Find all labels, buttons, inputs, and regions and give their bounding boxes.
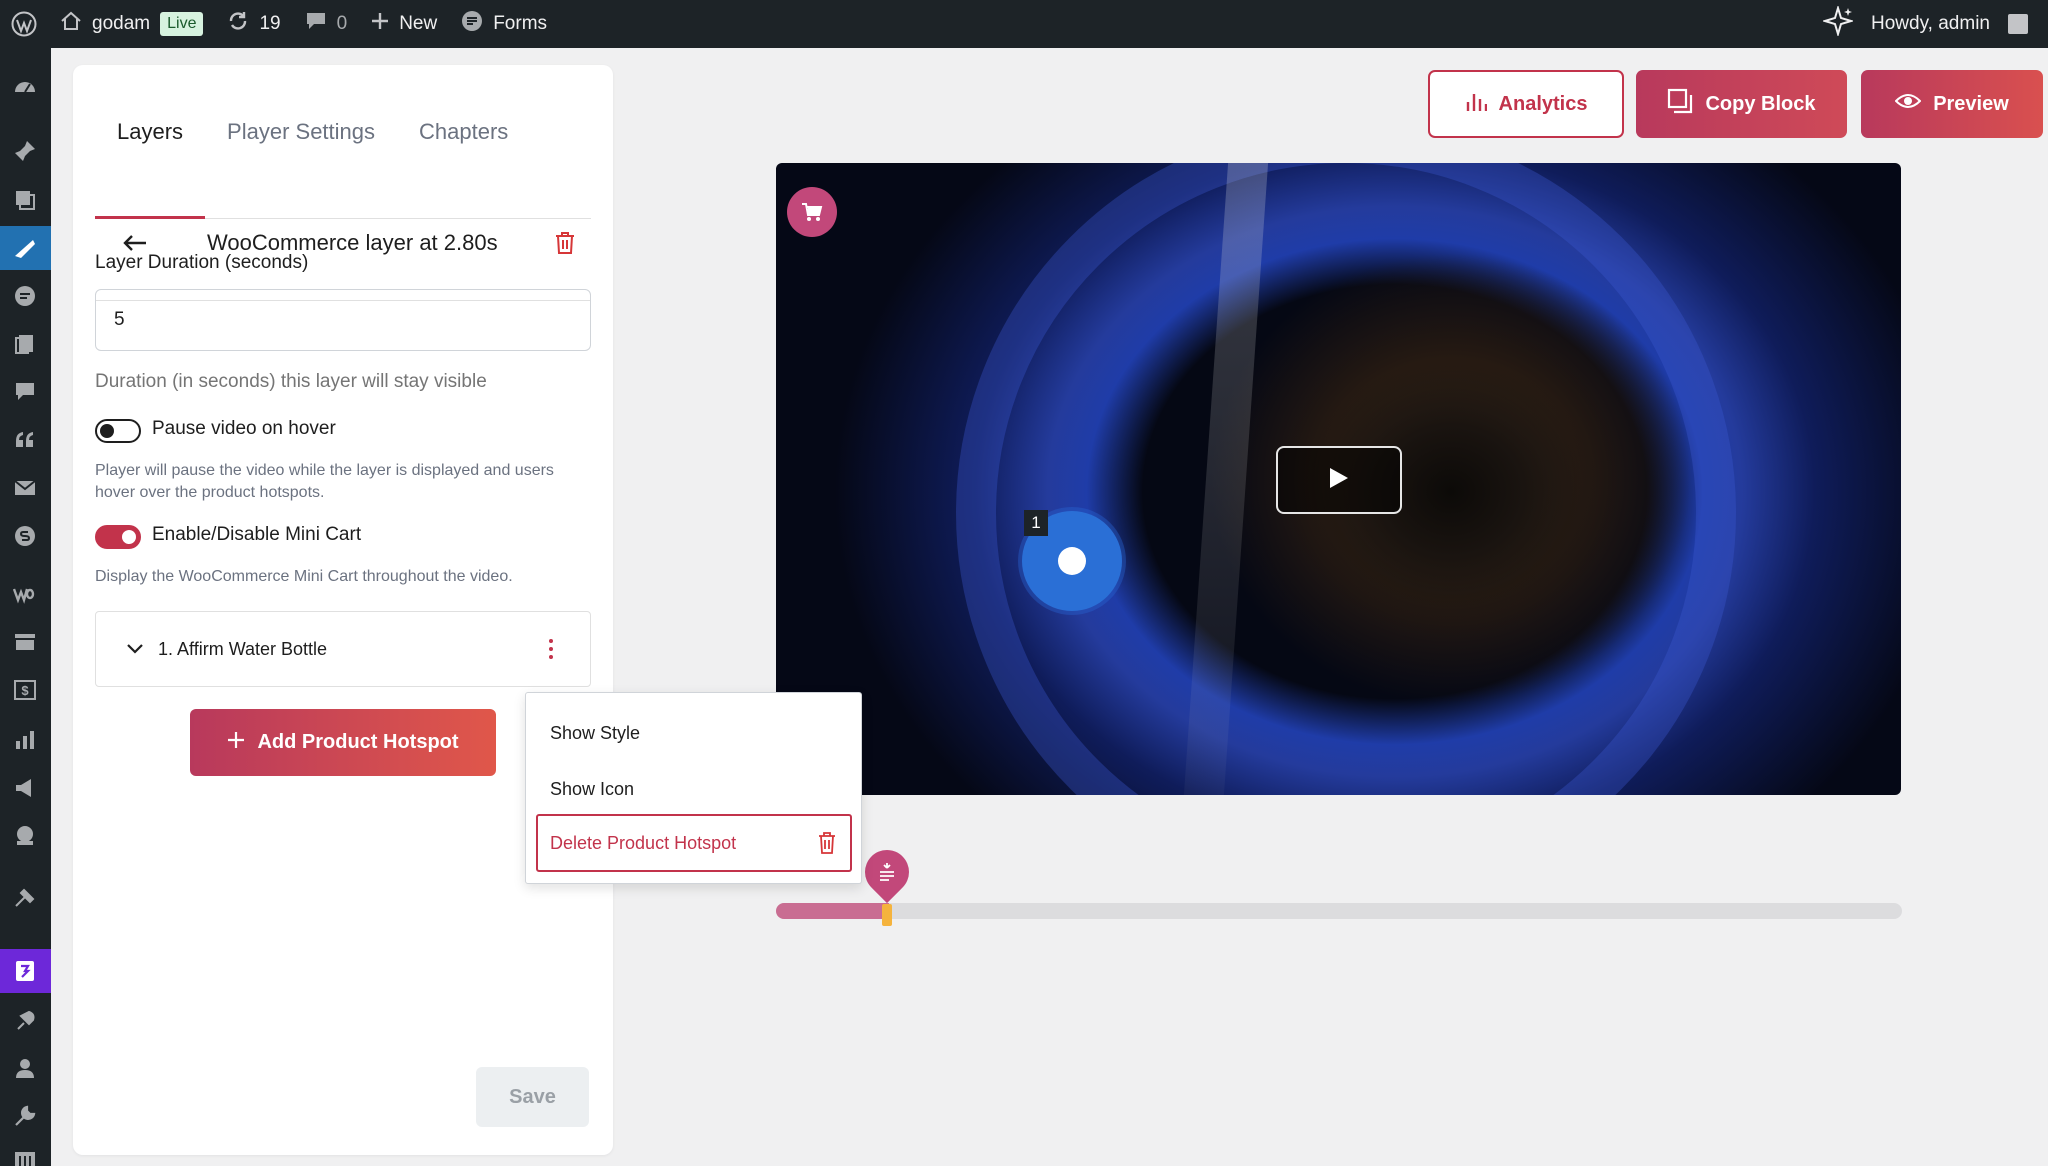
hammer-icon[interactable] [11,884,39,912]
marketing-megaphone-icon[interactable] [11,774,39,802]
mini-cart-help: Display the WooCommerce Mini Cart throug… [95,568,513,585]
layer-settings-panel: Layers Player Settings Chapters WooComme… [73,65,613,1155]
users-icon[interactable] [11,1054,39,1082]
posts-pin-icon[interactable] [11,137,39,165]
payments-icon[interactable]: $ [11,676,39,704]
hotspot-item-title: 1. Affirm Water Bottle [158,638,328,659]
home-icon [60,11,82,37]
comments-count: 0 [336,13,348,34]
comments-link[interactable]: 0 [293,0,360,48]
analytics-icon [1465,90,1487,118]
eye-icon [1894,92,1922,116]
godam-video-icon[interactable] [11,234,39,262]
menu-item-delete-hotspot[interactable]: Delete Product Hotspot [536,814,852,872]
avatar[interactable] [2008,14,2028,34]
analytics-bars-icon[interactable] [11,726,39,754]
plugins-icon[interactable] [11,1006,39,1034]
tab-player-settings[interactable]: Player Settings [205,107,397,165]
mini-cart-label: Enable/Disable Mini Cart [152,524,362,545]
admin-sidebar: $ [0,48,51,1166]
add-hotspot-label: Add Product Hotspot [257,731,459,753]
analytics-label: Analytics [1498,92,1588,115]
godam-logo-icon[interactable] [11,957,39,985]
plus-icon [227,731,245,755]
mail-icon[interactable] [11,474,39,502]
woocommerce-icon[interactable] [11,580,39,608]
hotspot-accordion-item[interactable]: 1. Affirm Water Bottle [95,611,591,687]
media-icon[interactable] [11,186,39,214]
forms-menu-icon[interactable] [11,282,39,310]
updates-count: 19 [259,13,281,34]
plus-icon [371,12,389,36]
copy-block-button[interactable]: Copy Block [1636,70,1847,138]
forms-link[interactable]: Forms [449,0,559,48]
copy-icon [1667,88,1693,120]
video-player[interactable]: 1 [776,163,1901,795]
tab-chapters[interactable]: Chapters [397,107,530,165]
trash-icon [818,832,836,854]
comments-menu-icon[interactable] [11,378,39,406]
dollar-circle-icon[interactable] [11,522,39,550]
play-button[interactable] [1276,446,1402,514]
site-name: godam [92,13,151,34]
analytics-button[interactable]: Analytics [1428,70,1624,138]
duration-value: 5 [114,309,125,330]
ai-sparkle-icon[interactable] [1821,4,1855,42]
layer-timeline[interactable] [776,903,1902,919]
tools-wrench-icon[interactable] [11,1102,39,1130]
play-icon [1328,466,1350,495]
pause-help: Player will pause the video while the la… [95,462,554,501]
hotspot-dot [1058,547,1086,575]
menu-item-show-icon[interactable]: Show Icon [526,766,863,812]
save-button[interactable]: Save [476,1067,589,1127]
forms-icon [461,10,483,38]
pause-on-hover-label: Pause video on hover [152,418,336,439]
settings-icon[interactable] [11,1148,39,1166]
svg-text:$: $ [21,683,29,698]
layer-header: WooCommerce layer at 2.80s [95,185,591,301]
wordpress-logo-icon[interactable] [0,0,48,48]
more-options-icon[interactable] [536,634,566,664]
forms-label: Forms [493,13,548,34]
timeline-progress [776,903,889,919]
chevron-down-icon[interactable] [124,638,146,660]
delete-layer-trash-icon[interactable] [545,223,585,263]
quote-icon[interactable] [11,426,39,454]
copy-block-label: Copy Block [1705,92,1816,115]
layer-marker-icon [880,863,894,881]
duration-input[interactable]: 5 [95,289,591,351]
preview-button[interactable]: Preview [1861,70,2043,138]
duration-help: Duration (in seconds) this layer will st… [95,371,487,392]
duration-label: Layer Duration (seconds) [95,252,309,273]
appearance-icon[interactable] [11,822,39,850]
products-icon[interactable] [11,628,39,656]
new-label: New [399,13,438,34]
dashboard-icon[interactable] [11,74,39,102]
tab-layers[interactable]: Layers [95,107,206,219]
comment-icon [305,11,327,37]
hotspot-number: 1 [1024,510,1048,536]
mini-cart-toggle[interactable] [95,525,141,549]
pause-on-hover-toggle[interactable] [95,419,141,443]
admin-bar: godam Live 19 0 New Forms Howdy, admin [0,0,2048,48]
pages-icon[interactable] [11,330,39,358]
preview-label: Preview [1933,92,2009,115]
howdy-link[interactable]: Howdy, admin [1871,13,1990,35]
hotspot-options-menu: Show Style Show Icon Delete Product Hots… [525,692,862,884]
live-badge: Live [160,12,204,36]
new-content-link[interactable]: New [359,0,449,48]
layer-marker-pin[interactable] [855,840,919,904]
add-product-hotspot-button[interactable]: Add Product Hotspot [190,709,496,776]
timeline-layer-handle[interactable] [882,904,892,926]
menu-item-show-style[interactable]: Show Style [526,710,863,756]
delete-hotspot-label: Delete Product Hotspot [550,832,737,853]
mini-cart-icon[interactable] [787,187,837,237]
updates-link[interactable]: 19 [215,0,292,48]
site-name-link[interactable]: godam Live [48,0,215,48]
refresh-icon [227,10,249,38]
